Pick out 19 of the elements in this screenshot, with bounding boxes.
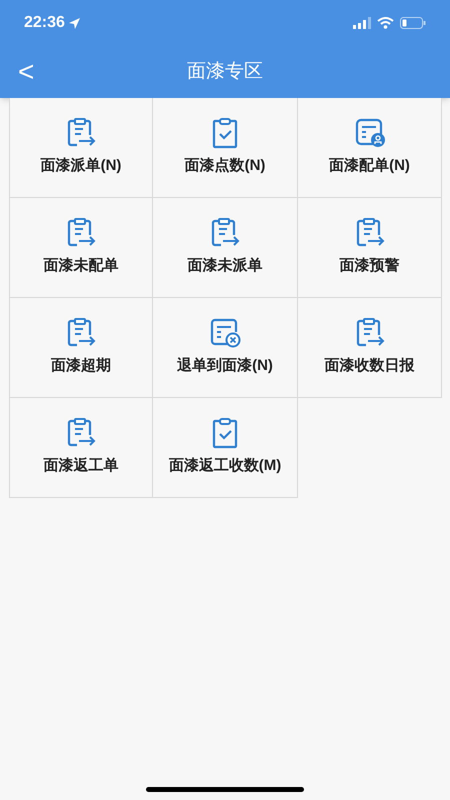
menu-tile[interactable]: 面漆收数日报 — [298, 298, 442, 398]
signal-icon — [353, 17, 371, 29]
menu-tile[interactable]: 面漆预警 — [298, 198, 442, 298]
document-cancel-icon — [209, 317, 241, 350]
document-person-icon — [354, 117, 386, 150]
menu-tile[interactable]: 面漆点数(N) — [153, 98, 298, 198]
status-time: 22:36 — [24, 13, 65, 33]
menu-tile[interactable]: 面漆返工单 — [9, 398, 153, 498]
menu-tile[interactable]: 面漆超期 — [9, 298, 153, 398]
location-icon — [68, 16, 81, 30]
menu-tile[interactable]: 面漆返工收数(M) — [153, 398, 298, 498]
menu-tile[interactable]: 面漆未派单 — [153, 198, 298, 298]
menu-tile[interactable]: 面漆配单(N) — [298, 98, 442, 198]
battery-icon — [400, 17, 426, 29]
wifi-icon — [377, 17, 394, 29]
menu-tile[interactable]: 面漆未配单 — [9, 198, 153, 298]
menu-tile[interactable]: 退单到面漆(N) — [153, 298, 298, 398]
page-title: 面漆专区 — [187, 60, 263, 84]
menu-tile[interactable]: 面漆派单(N) — [9, 98, 153, 198]
